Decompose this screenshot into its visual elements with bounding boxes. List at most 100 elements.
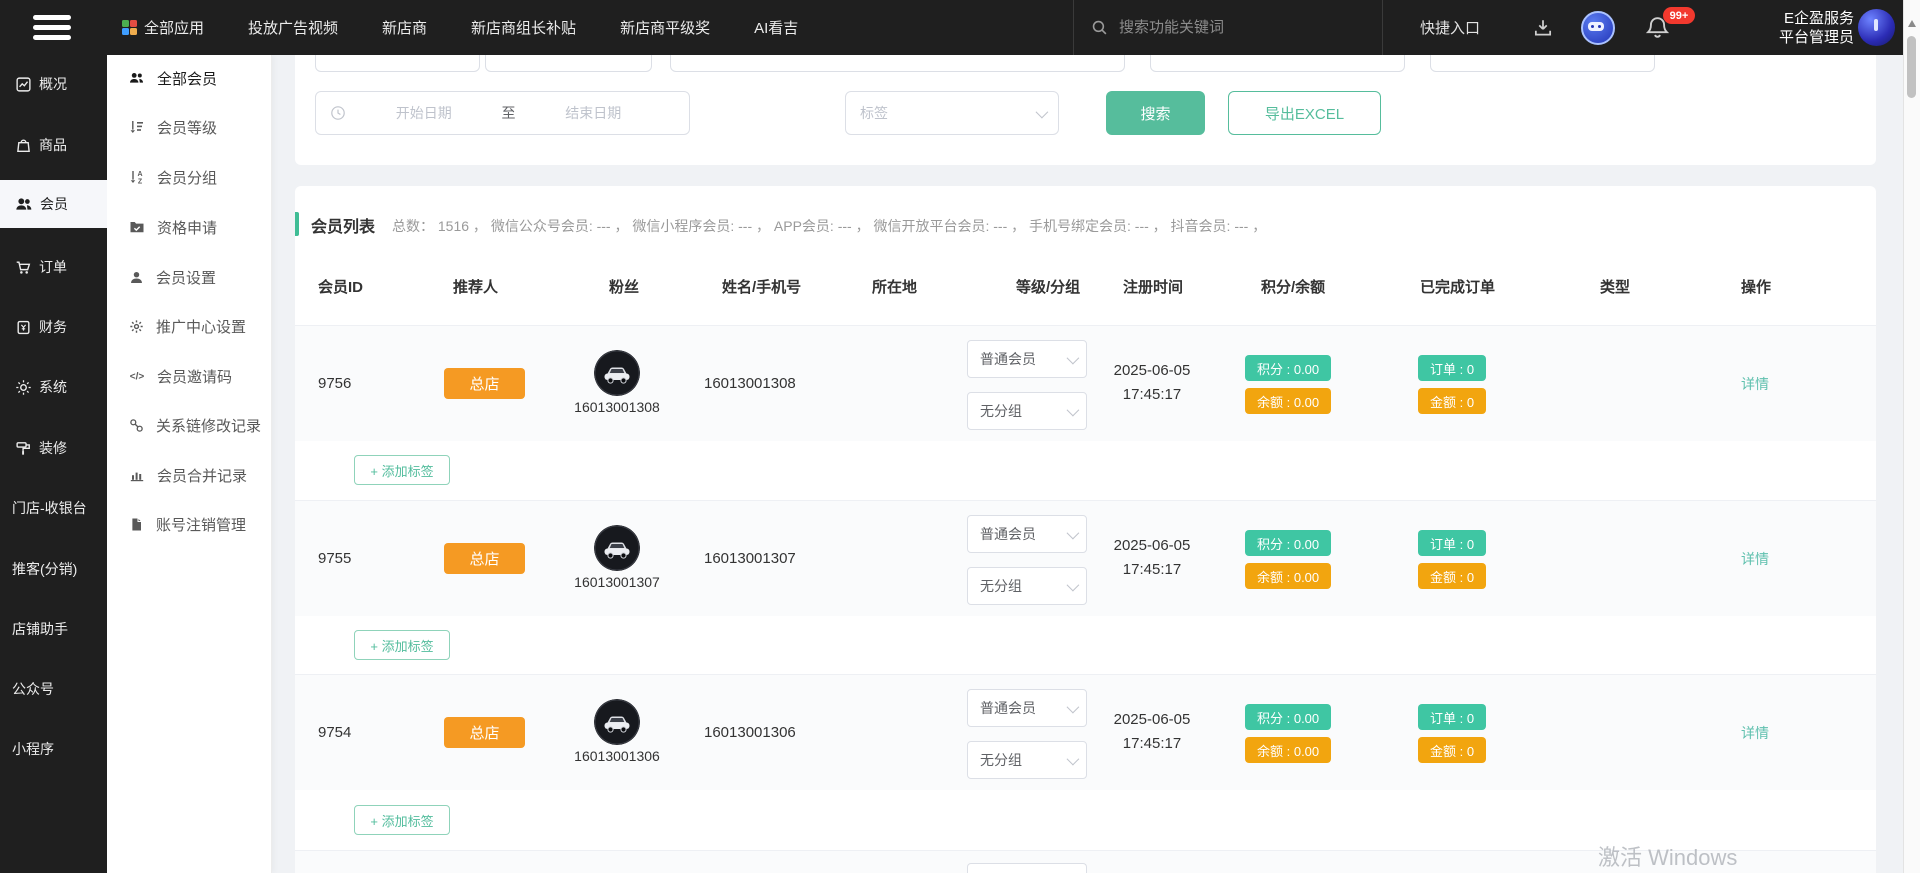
amount-badge: 金额 : 0 — [1418, 737, 1486, 763]
sidebar-item-mini-program[interactable]: 小程序 — [0, 727, 107, 771]
group-select[interactable]: 无分组 — [967, 392, 1087, 430]
svg-text:</>: </> — [130, 372, 145, 383]
member-avatar — [594, 525, 640, 571]
submenu-member-group[interactable]: A Z 会员分组 — [107, 157, 271, 197]
clock-icon — [330, 105, 346, 121]
account-name[interactable]: E企盈服务 平台管理员 — [1726, 0, 1854, 55]
search-button[interactable]: 搜索 — [1106, 91, 1205, 135]
submenu-all-members[interactable]: 全部会员 — [107, 58, 271, 98]
referrer-badge: 总店 — [444, 717, 525, 748]
date-end-placeholder: 结束日期 — [516, 103, 672, 123]
nav-ai[interactable]: AI看吉 — [754, 17, 798, 38]
col-reg-time: 注册时间 — [1123, 276, 1183, 297]
sidebar-item-finance[interactable]: 财务 — [0, 305, 107, 349]
list-title: 会员列表 — [311, 213, 375, 237]
scrollbar-thumb[interactable] — [1907, 36, 1916, 98]
assistant-robot-icon[interactable] — [1581, 0, 1615, 55]
sidebar-item-store-cashier[interactable]: 门店-收银台 — [0, 486, 107, 530]
sidebar-item-members[interactable]: 会员 — [0, 180, 107, 228]
group-select[interactable]: 无分组 — [967, 741, 1087, 779]
col-type: 类型 — [1600, 276, 1630, 297]
sidebar-item-official-account[interactable]: 公众号 — [0, 667, 107, 711]
svg-text:A: A — [137, 171, 142, 178]
amount-badge: 金额 : 0 — [1418, 563, 1486, 589]
top-nav: 全部应用 投放广告视频 新店商 新店商组长补贴 新店商平级奖 AI看吉 — [122, 0, 798, 55]
add-tag-button[interactable]: + 添加标签 — [354, 630, 450, 660]
qualification-folder-icon — [129, 219, 145, 235]
add-tag-button[interactable]: + 添加标签 — [354, 455, 450, 485]
sidebar-item-system[interactable]: 系统 — [0, 365, 107, 409]
referrer-badge: 总店 — [444, 543, 525, 574]
member-level-icon — [129, 119, 145, 135]
promotion-settings-gear-icon — [129, 319, 144, 334]
sidebar-item-orders[interactable]: 订单 — [0, 245, 107, 289]
scrollbar-up-arrow[interactable] — [1908, 20, 1916, 27]
quick-entry-link[interactable]: 快捷入口 — [1420, 0, 1480, 55]
submenu-member-level[interactable]: 会员等级 — [107, 107, 271, 147]
register-time: 2025-06-05 17:45:17 — [1087, 359, 1217, 407]
search-input[interactable] — [1117, 18, 1351, 37]
level-select[interactable] — [967, 863, 1087, 873]
sidebar-item-decorate[interactable]: 装修 — [0, 426, 107, 470]
nav-ad-video[interactable]: 投放广告视频 — [248, 17, 338, 38]
member-avatar — [594, 350, 640, 396]
paint-roller-icon — [15, 440, 32, 457]
balance-badge: 余额 : 0.00 — [1245, 388, 1331, 414]
date-range-picker[interactable]: 开始日期 至 结束日期 — [315, 91, 690, 135]
submenu-account-cancel[interactable]: 账号注销管理 — [107, 504, 271, 544]
submenu-invite-code[interactable]: </> 会员邀请码 — [107, 356, 271, 396]
level-select[interactable]: 普通会员 — [967, 689, 1087, 727]
topbar: 全部应用 投放广告视频 新店商 新店商组长补贴 新店商平级奖 AI看吉 快捷入口 — [0, 0, 1903, 55]
page: 全部应用 投放广告视频 新店商 新店商组长补贴 新店商平级奖 AI看吉 快捷入口 — [0, 0, 1920, 873]
download-icon[interactable] — [1532, 0, 1554, 55]
sidebar-item-distribution[interactable]: 推客(分销) — [0, 547, 107, 591]
nav-peer-award[interactable]: 新店商平级奖 — [620, 17, 710, 38]
detail-link[interactable]: 详情 — [1720, 675, 1790, 790]
topbar-search[interactable] — [1073, 0, 1383, 55]
add-tag-button[interactable]: + 添加标签 — [354, 805, 450, 835]
level-select[interactable]: 普通会员 — [967, 515, 1087, 553]
nav-all-apps[interactable]: 全部应用 — [122, 17, 204, 38]
sidebar-item-shop-assistant[interactable]: 店铺助手 — [0, 607, 107, 651]
invite-code-icon: </> — [129, 368, 145, 384]
sidebar-item-products[interactable]: 商品 — [0, 123, 107, 167]
tag-placeholder: 标签 — [860, 103, 888, 123]
col-level-group: 等级/分组 — [1016, 276, 1080, 297]
fans-phone: 16013001307 — [565, 574, 669, 590]
windows-activation-watermark: 激活 Windows 转到“电脑设置”以激活 Windows。 — [1598, 840, 1793, 873]
submenu-member-settings[interactable]: 会员设置 — [107, 257, 271, 297]
col-fans: 粉丝 — [609, 276, 639, 297]
col-member-id: 会员ID — [318, 276, 363, 297]
main-sidebar: 概况 商品 会员 订单 — [0, 0, 107, 873]
orders-badge: 订单 : 0 — [1418, 355, 1486, 381]
register-time: 2025-06-05 17:45:17 — [1087, 534, 1217, 582]
export-excel-button[interactable]: 导出EXCEL — [1228, 91, 1381, 135]
col-completed-orders: 已完成订单 — [1420, 276, 1495, 297]
nav-new-shop[interactable]: 新店商 — [382, 17, 427, 38]
submenu-qualification[interactable]: 资格申请 — [107, 207, 271, 247]
detail-link[interactable]: 详情 — [1720, 326, 1790, 441]
points-badge: 积分 : 0.00 — [1245, 530, 1331, 556]
tag-select[interactable]: 标签 — [845, 91, 1059, 135]
submenu-relation-log[interactable]: 关系链修改记录 — [107, 405, 271, 445]
notification-count-badge: 99+ — [1663, 7, 1695, 24]
detail-link[interactable]: 详情 — [1720, 501, 1790, 616]
fans-cell: 16013001308 — [565, 350, 669, 415]
product-bag-icon — [15, 137, 32, 154]
nav-leader-subsidy[interactable]: 新店商组长补贴 — [471, 17, 576, 38]
col-location: 所在地 — [872, 276, 917, 297]
fans-phone: 16013001306 — [565, 748, 669, 764]
merge-log-chart-icon — [129, 467, 145, 483]
group-select[interactable]: 无分组 — [967, 567, 1087, 605]
admin-avatar[interactable] — [1858, 9, 1895, 46]
sidebar-item-overview[interactable]: 概况 — [0, 62, 107, 106]
relation-link-icon — [129, 418, 144, 433]
submenu-promotion-center[interactable]: 推广中心设置 — [107, 306, 271, 346]
system-gear-icon — [15, 379, 32, 396]
page-scrollbar[interactable] — [1903, 0, 1920, 873]
submenu-merge-log[interactable]: 会员合并记录 — [107, 455, 271, 495]
fans-cell: 16013001306 — [565, 699, 669, 764]
menu-hamburger-icon[interactable] — [33, 15, 71, 41]
level-select[interactable]: 普通会员 — [967, 340, 1087, 378]
member-name-phone: 16013001308 — [704, 326, 796, 441]
